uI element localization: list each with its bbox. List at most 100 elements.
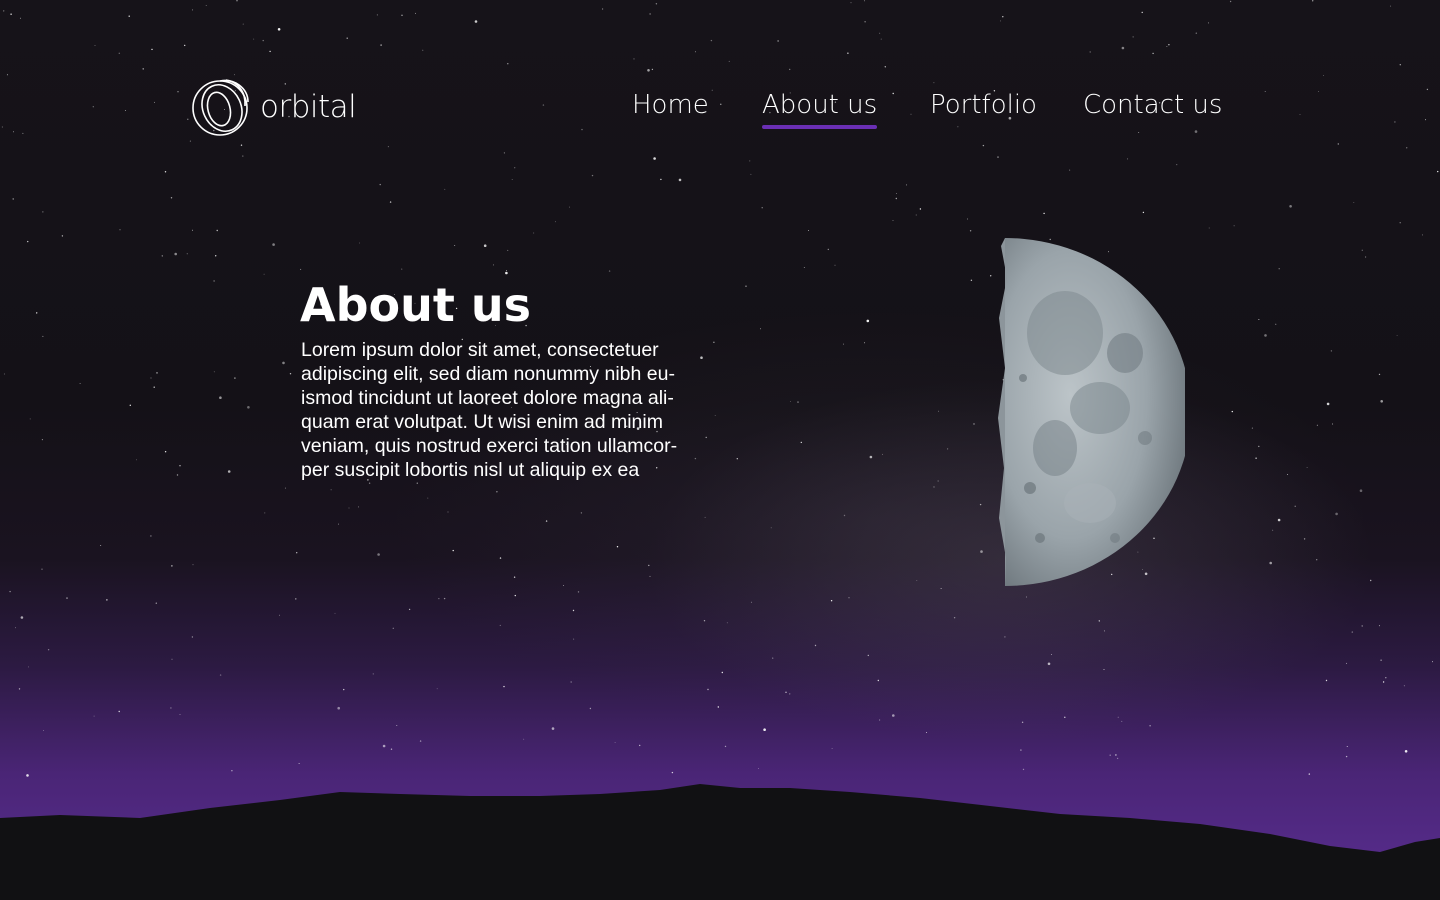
- star: [1168, 44, 1170, 46]
- star: [368, 482, 371, 484]
- star: [834, 264, 836, 266]
- star: [155, 602, 157, 604]
- main-nav: Home About us Portfolio Contact us: [0, 90, 1440, 140]
- star: [1047, 662, 1051, 666]
- star: [61, 235, 64, 237]
- star: [1152, 52, 1154, 55]
- star: [1272, 529, 1274, 531]
- about-description: Lorem ipsum dolor sit amet, consectetuer…: [301, 339, 678, 481]
- mountain-silhouette: [0, 784, 1440, 900]
- star: [1109, 754, 1111, 756]
- star: [808, 229, 809, 231]
- star: [499, 557, 502, 559]
- star: [263, 273, 265, 275]
- star: [884, 66, 886, 68]
- star: [29, 418, 31, 420]
- star: [1421, 234, 1423, 236]
- star: [392, 627, 394, 629]
- star: [750, 173, 752, 175]
- nav-item-portfolio[interactable]: Portfolio: [930, 90, 1037, 120]
- star: [234, 377, 236, 379]
- star: [1385, 677, 1387, 679]
- star: [1365, 256, 1367, 258]
- star: [240, 144, 243, 146]
- star: [447, 511, 449, 513]
- star: [12, 198, 14, 200]
- star: [760, 328, 761, 330]
- star: [164, 171, 167, 173]
- star: [1361, 625, 1363, 627]
- star: [649, 13, 651, 15]
- star: [1103, 669, 1105, 670]
- star: [153, 386, 155, 388]
- star: [387, 146, 389, 148]
- star: [233, 74, 235, 76]
- star: [427, 497, 429, 499]
- star: [337, 706, 341, 710]
- star: [1121, 46, 1125, 50]
- nav-item-about-us[interactable]: About us: [762, 90, 878, 129]
- star: [507, 249, 509, 251]
- star: [882, 453, 883, 455]
- star: [1020, 749, 1022, 751]
- star: [710, 39, 713, 42]
- star: [419, 740, 422, 742]
- star: [953, 617, 956, 619]
- nav-item-contact-us[interactable]: Contact us: [1083, 90, 1222, 120]
- star: [1043, 212, 1045, 215]
- star: [1207, 22, 1209, 24]
- star: [614, 742, 616, 743]
- star: [866, 319, 870, 323]
- page-title: About us: [300, 278, 532, 332]
- star: [1021, 721, 1024, 723]
- star: [1251, 427, 1253, 429]
- star: [572, 609, 575, 612]
- star: [179, 465, 181, 467]
- star: [514, 167, 516, 169]
- star: [877, 679, 879, 682]
- star: [156, 372, 158, 374]
- star: [346, 37, 348, 39]
- nav-item-home[interactable]: Home: [632, 90, 709, 120]
- star: [499, 624, 501, 626]
- star: [247, 406, 250, 409]
- star: [551, 727, 555, 730]
- star: [272, 243, 275, 246]
- star: [714, 414, 716, 416]
- star: [43, 730, 45, 731]
- star: [1166, 45, 1168, 47]
- star: [1117, 716, 1119, 718]
- star: [192, 229, 193, 231]
- star: [789, 68, 791, 71]
- star: [940, 588, 942, 589]
- star: [997, 156, 999, 158]
- star: [602, 8, 604, 10]
- star: [785, 691, 787, 693]
- star: [1346, 746, 1348, 747]
- star: [389, 201, 392, 203]
- star: [895, 197, 897, 200]
- star: [713, 341, 715, 343]
- star: [814, 644, 817, 647]
- star: [569, 206, 571, 208]
- star: [608, 270, 611, 272]
- star: [189, 140, 191, 142]
- star: [264, 512, 266, 514]
- star: [1322, 74, 1324, 76]
- star: [150, 377, 152, 379]
- star: [269, 50, 271, 53]
- star: [20, 616, 24, 619]
- star: [376, 14, 378, 16]
- star: [1051, 654, 1052, 655]
- star: [761, 207, 763, 209]
- star: [933, 486, 935, 488]
- star: [906, 184, 908, 186]
- star: [161, 255, 163, 257]
- star: [396, 725, 398, 727]
- star: [41, 568, 43, 570]
- star: [415, 12, 416, 14]
- star: [219, 396, 222, 400]
- star: [990, 275, 992, 277]
- star: [926, 732, 928, 733]
- nav-item-about-us-label: About us: [762, 90, 878, 120]
